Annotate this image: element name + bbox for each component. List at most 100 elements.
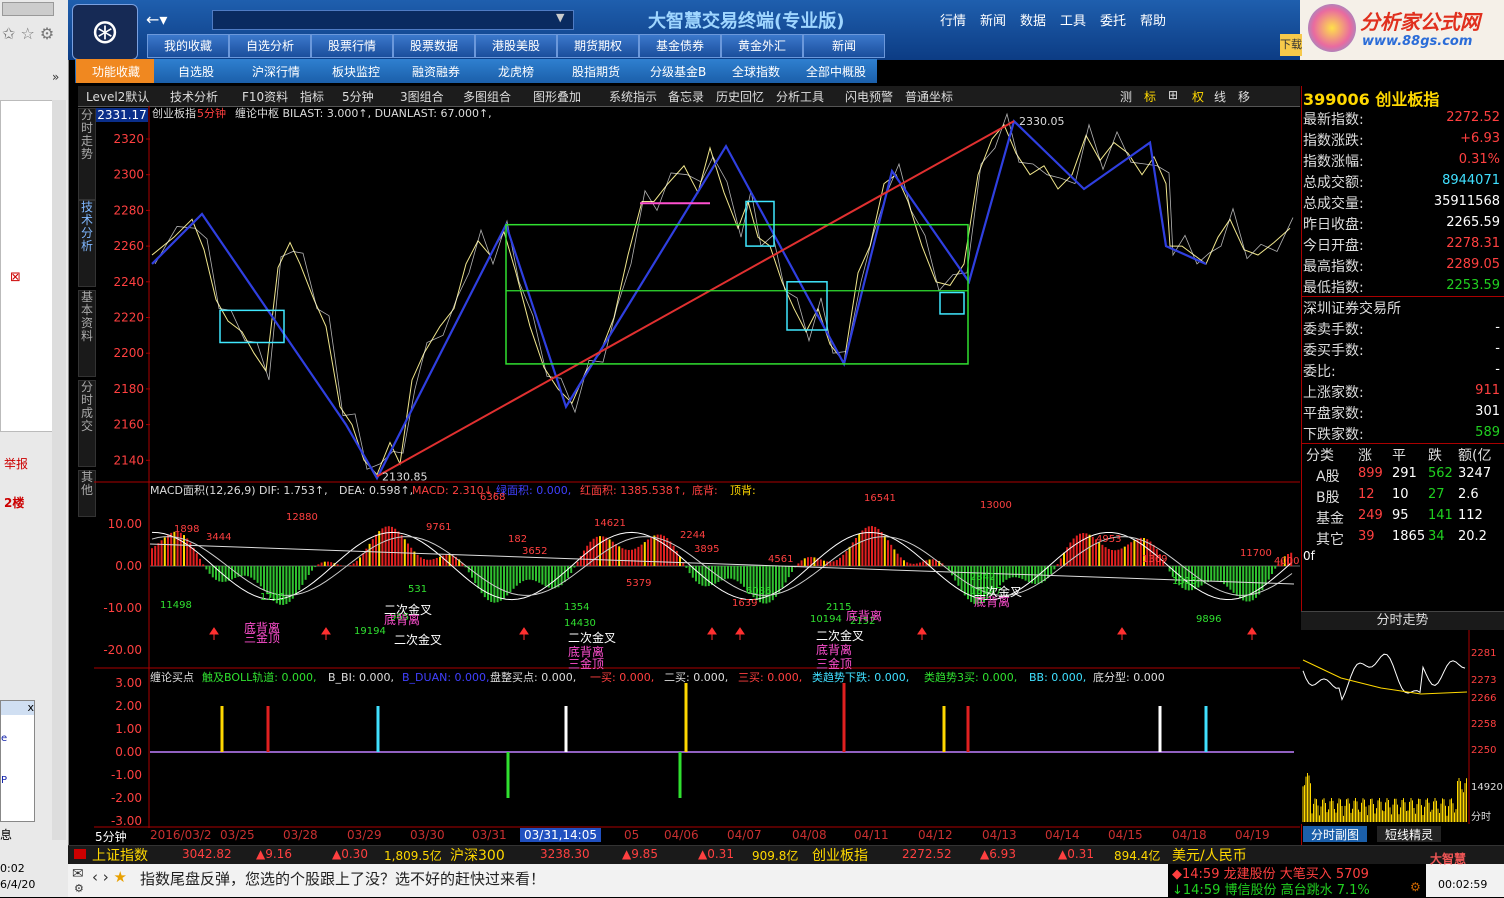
macd-value-label: 1639: [732, 598, 757, 609]
toolbar-tool-button[interactable]: ⊞: [1168, 88, 1178, 102]
mini-y-tick-label: 2258: [1471, 719, 1496, 730]
top-menu-item[interactable]: 帮助: [1140, 10, 1166, 29]
tab-technical-label: 技术分析: [80, 200, 93, 253]
function-nav-item[interactable]: 全部中概股: [806, 63, 866, 80]
toolbar-tool-button[interactable]: 标: [1144, 88, 1156, 105]
table-cell: 141: [1428, 508, 1453, 523]
toolbar-tool-button[interactable]: 线: [1214, 88, 1226, 105]
close-icon[interactable]: ⊠: [10, 270, 21, 285]
star-icon[interactable]: ✩ ☆ ⚙: [2, 24, 54, 43]
y-tick-label: 2160: [113, 418, 144, 432]
toolbar-button[interactable]: 历史回忆: [716, 88, 764, 105]
mini-chart-title: 分时走势: [1301, 611, 1504, 630]
toolbar-button[interactable]: 多图组合: [463, 88, 511, 105]
mail-icon[interactable]: ✉: [72, 866, 84, 882]
ticker-fx[interactable]: 美元/人民币: [1172, 845, 1247, 865]
nav-tab[interactable]: 黄金外汇: [721, 34, 803, 58]
table-cell: 基金: [1316, 511, 1344, 527]
function-nav-item[interactable]: 沪深行情: [252, 63, 300, 80]
toolbar-button[interactable]: Level2默认: [86, 88, 149, 105]
function-nav-item[interactable]: 融资融券: [412, 63, 460, 80]
quote-label: 指数涨幅:: [1303, 154, 1364, 170]
top-menu-item[interactable]: 工具: [1060, 10, 1086, 29]
mini-volume-label: 14920: [1471, 782, 1503, 793]
nav-tab[interactable]: 港股美股: [475, 34, 557, 58]
function-nav-item[interactable]: 板块监控: [332, 63, 380, 80]
nav-tab[interactable]: 我的收藏: [147, 34, 229, 58]
function-nav-item[interactable]: 功能收藏: [92, 63, 140, 80]
table-cell: 95: [1392, 508, 1409, 523]
toolbar-button[interactable]: 闪电预警: [845, 88, 893, 105]
function-nav-item[interactable]: 全球指数: [732, 63, 780, 80]
toolbar-button[interactable]: 图形叠加: [533, 88, 581, 105]
star-icon-bar[interactable]: ★: [114, 868, 127, 886]
nav-tab[interactable]: 基金债券: [639, 34, 721, 58]
chart-canvas[interactable]: 创业板指 5分钟 缠论中枢 BILAST: 3.000↑, DUANLAST: 67…: [94, 106, 1300, 828]
function-nav-item[interactable]: 龙虎榜: [498, 63, 534, 80]
top-menu-item[interactable]: 委托: [1100, 10, 1126, 29]
brand-banner[interactable]: 分析家公式网 www.88gs.com: [1300, 0, 1504, 60]
app-title: 大智慧交易终端(专业版): [648, 11, 845, 32]
toolbar-button[interactable]: 5分钟: [342, 88, 374, 105]
tab-short-term-elf[interactable]: 短线精灵: [1377, 826, 1441, 842]
chanlun-readout: 盘整买点: 0.000,: [490, 670, 576, 684]
y-tick-label: 2200: [113, 346, 144, 360]
top-menu-item[interactable]: 数据: [1020, 10, 1046, 29]
toolbar-button[interactable]: 3图组合: [400, 88, 444, 105]
top-menu-item[interactable]: 行情: [940, 10, 966, 29]
popup-close-button[interactable]: x: [1, 701, 34, 715]
flag-icon[interactable]: [74, 849, 86, 859]
news-flash-2[interactable]: ↓14:59 博信股份 高台跳水 7.1%: [1172, 879, 1370, 898]
top-menu-item[interactable]: 新闻: [980, 10, 1006, 29]
nav-tab[interactable]: 自选分析: [229, 34, 311, 58]
toolbar-button[interactable]: 备忘录: [668, 88, 704, 105]
period-label[interactable]: 5分钟: [95, 828, 127, 845]
window-controls[interactable]: [2, 2, 54, 16]
ticker-index-name[interactable]: 上证指数: [92, 845, 148, 865]
flower-logo-icon: [1308, 4, 1356, 52]
buy-arrow-icon: [321, 627, 331, 640]
chevron-down-icon[interactable]: ▼: [556, 11, 564, 24]
table-cell: 2.6: [1458, 487, 1479, 502]
download-button[interactable]: 下载: [1280, 34, 1302, 56]
function-nav-item[interactable]: 股指期货: [572, 63, 620, 80]
ticker-amount: 1,809.5亿: [384, 849, 442, 863]
scrollbar[interactable]: [52, 100, 66, 840]
report-link[interactable]: 举报: [4, 455, 28, 472]
ticker-index-name[interactable]: 沪深300: [450, 845, 505, 865]
function-nav-item[interactable]: 自选股: [178, 63, 214, 80]
mini-intraday-chart[interactable]: 2281 2273 2266 2258 2250 14920 分时: [1301, 630, 1504, 824]
toolbar-button[interactable]: 分析工具: [776, 88, 824, 105]
nav-tab[interactable]: 期货期权: [557, 34, 639, 58]
toolbar-button[interactable]: 技术分析: [170, 88, 218, 105]
toolbar-button[interactable]: 系统指示: [609, 88, 657, 105]
macd-signal-text: 二次金叉: [568, 630, 616, 645]
address-bar[interactable]: [212, 10, 574, 30]
nav-tab[interactable]: 新闻: [803, 34, 885, 58]
prev-next-icons[interactable]: ‹ › ★: [92, 868, 127, 886]
ticker-index-name[interactable]: 创业板指: [812, 845, 868, 865]
toolbar-tool-button[interactable]: 测: [1120, 88, 1132, 105]
marquee-message[interactable]: 指数尾盘反弹，您选的个股跟上了没？选不好的赶快过来看！: [140, 868, 545, 889]
tab-intraday-subchart[interactable]: 分时副图: [1303, 826, 1367, 842]
buy-arrow-icon: [735, 627, 745, 640]
app-logo: ⊛: [72, 4, 138, 60]
toolbar-tool-button[interactable]: 移: [1238, 88, 1250, 105]
chanlun-y-tick-label: 2.00: [115, 699, 142, 713]
ticker-change: ▲9.16: [256, 847, 292, 861]
nav-tab[interactable]: 股票数据: [393, 34, 475, 58]
function-nav-item[interactable]: 分级基金B: [650, 63, 706, 80]
toolbar-button[interactable]: 指标: [300, 88, 324, 105]
settings-icon[interactable]: ⚙: [74, 882, 84, 895]
gear-icon[interactable]: ⚙: [1410, 880, 1421, 894]
back-arrow-icon[interactable]: ←▾: [146, 10, 167, 29]
toolbar-button[interactable]: F10资料: [242, 88, 288, 105]
table-cell: 3247: [1458, 466, 1492, 481]
price-line: [151, 123, 1291, 476]
macd-value-label: 14621: [594, 518, 626, 529]
double-arrow-icon[interactable]: »: [52, 70, 59, 84]
table-cell: 291: [1392, 466, 1417, 481]
toolbar-button[interactable]: 普通坐标: [905, 88, 953, 105]
toolbar-tool-button[interactable]: 权: [1192, 88, 1204, 105]
nav-tab[interactable]: 股票行情: [311, 34, 393, 58]
